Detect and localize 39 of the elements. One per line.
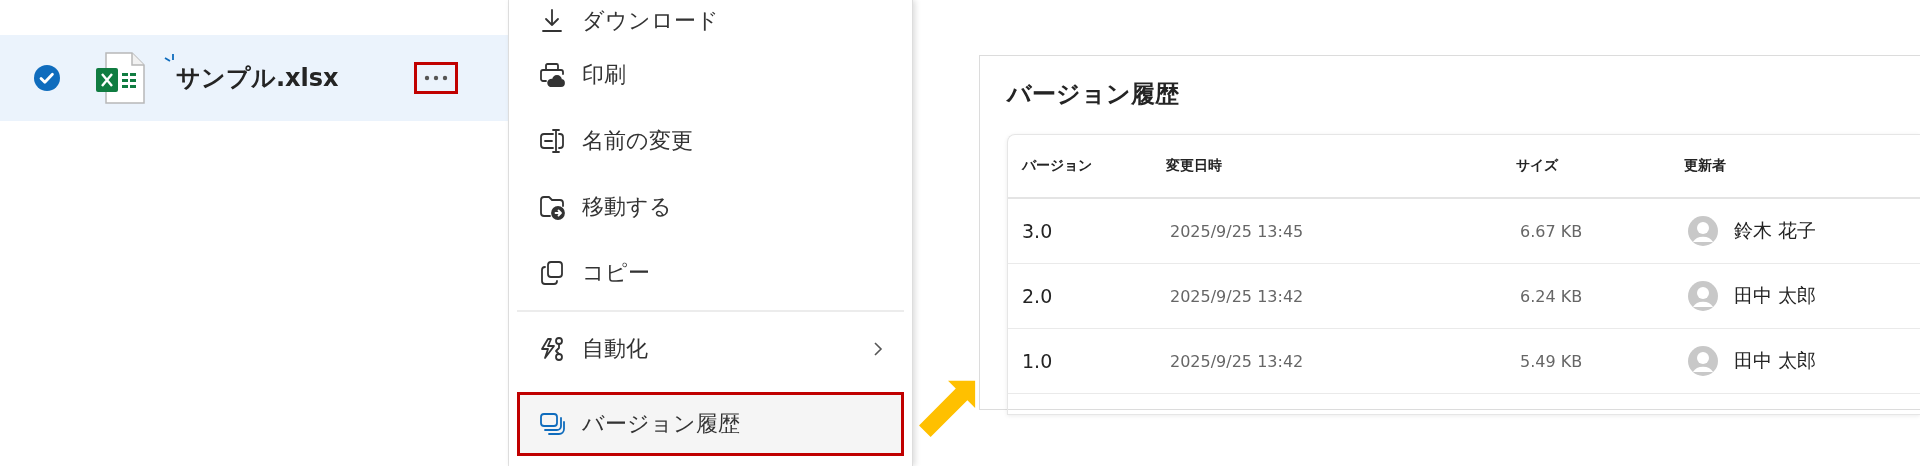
panel-title: バージョン履歴 <box>1007 79 1180 110</box>
avatar-icon <box>1688 346 1718 376</box>
date-cell-text: 2025/9/25 13:45 <box>1169 221 1305 241</box>
file-name[interactable]: サンプル.xlsx <box>176 62 339 94</box>
menu-item[interactable]: 移動する <box>517 174 904 240</box>
column-header: バージョン <box>1020 157 1093 175</box>
stacked-pages-icon <box>538 410 566 438</box>
menu-item[interactable]: 印刷 <box>517 42 904 108</box>
version-cell[interactable]: 2.0 <box>1008 285 1152 307</box>
more-button[interactable] <box>414 62 458 94</box>
date-cell-text: 2025/9/25 13:42 <box>1169 351 1305 371</box>
menu-item[interactable]: 名前の変更 <box>517 108 904 174</box>
avatar-icon <box>1688 281 1718 311</box>
spreadsheet-file-icon <box>96 52 146 104</box>
flow-icon <box>538 335 566 363</box>
menu-item[interactable]: ダウンロード <box>517 0 904 42</box>
copy-icon <box>538 259 566 287</box>
author-name: 田中 太郎 <box>1734 283 1817 308</box>
date-cell-text: 2025/9/25 13:42 <box>1169 286 1305 306</box>
printer-icon <box>538 61 566 89</box>
menu-item[interactable]: バージョン履歴 <box>517 392 904 456</box>
column-header: 変更日時 <box>1165 157 1223 175</box>
size-cell-text: 6.67 KB <box>1520 221 1584 241</box>
menu-item[interactable]: 自動化 <box>517 316 904 382</box>
column-header: サイズ <box>1516 157 1560 175</box>
file-row[interactable]: サンプル.xlsx <box>0 35 508 121</box>
author-name: 鈴木 花子 <box>1734 218 1817 243</box>
checkmark-icon[interactable] <box>34 65 60 91</box>
version-cell[interactable]: 3.0 <box>1008 220 1152 242</box>
column-header: 更新者 <box>1684 157 1726 175</box>
more-icon <box>424 75 448 81</box>
version-cell[interactable]: 1.0 <box>1008 350 1152 372</box>
size-cell-text: 5.49 KB <box>1520 351 1584 371</box>
folder-icon <box>538 193 566 221</box>
size-cell-text: 6.24 KB <box>1520 286 1584 306</box>
author-name: 田中 太郎 <box>1734 348 1817 373</box>
menu-item[interactable]: コピー <box>517 240 904 306</box>
avatar-icon <box>1688 216 1718 246</box>
rename-icon <box>538 127 566 155</box>
